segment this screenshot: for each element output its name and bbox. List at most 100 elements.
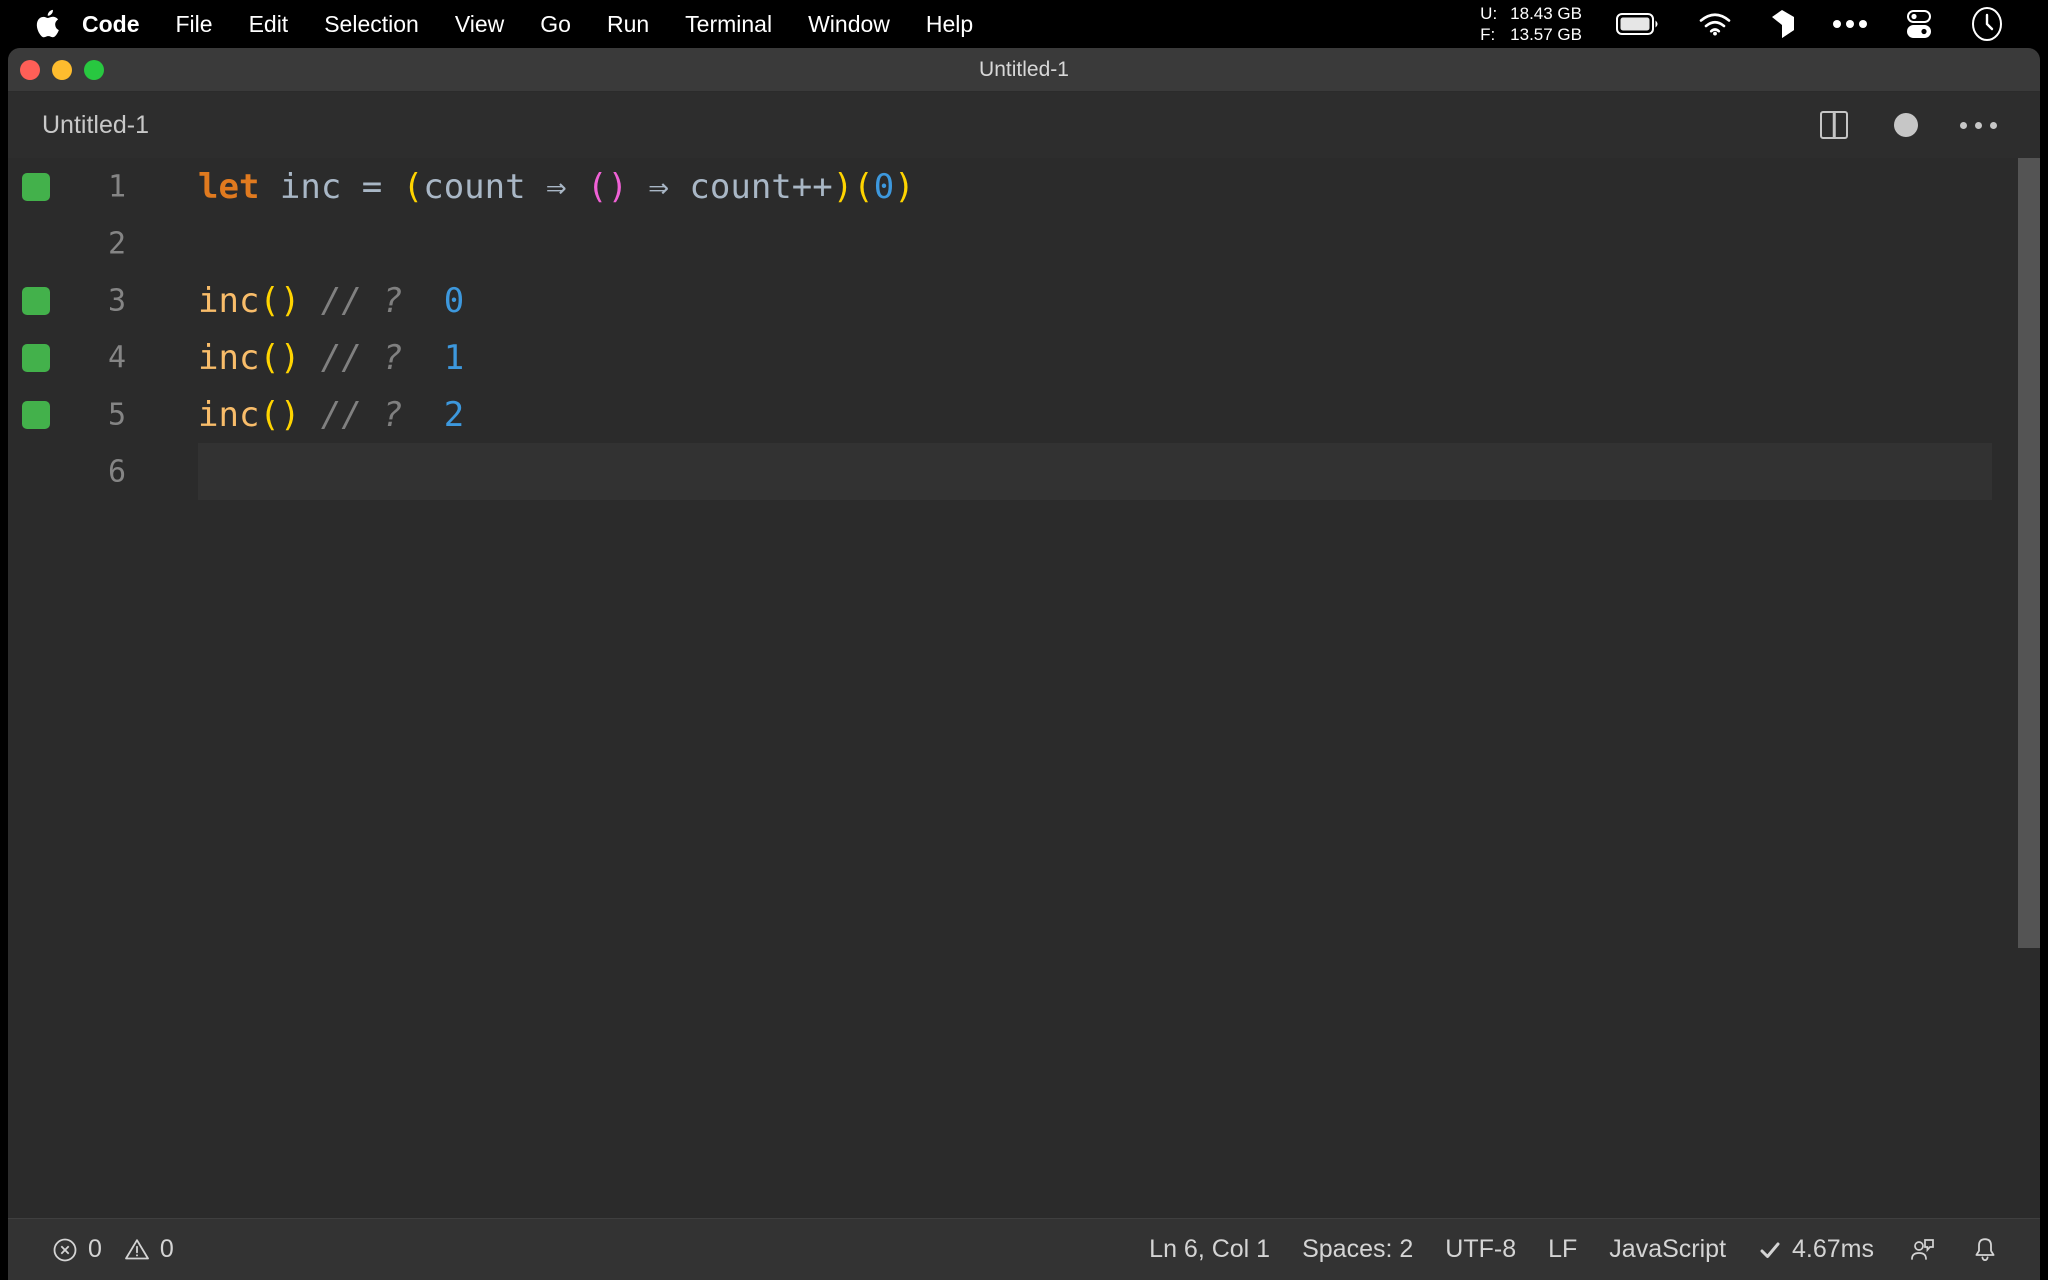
indentation-status[interactable]: Spaces: 2 (1286, 1219, 1429, 1280)
more-actions-icon (1960, 122, 1997, 129)
code-editor[interactable]: 1 let inc = (count ⇒ () ⇒ count++)(0) 2 3 in… (8, 158, 2040, 1218)
token: inc (198, 281, 259, 321)
inline-result-value: 0 (444, 281, 464, 321)
token: count (423, 167, 525, 207)
token: ) (894, 167, 914, 207)
memory-free-label: F: (1480, 24, 1500, 45)
eol-status[interactable]: LF (1532, 1219, 1593, 1280)
menu-item-terminal[interactable]: Terminal (667, 0, 790, 48)
inline-result-value: 1 (444, 338, 464, 378)
unsaved-indicator-button[interactable] (1870, 92, 1942, 158)
menu-bar-items: CodeFileEditSelectionViewGoRunTerminalWi… (0, 0, 991, 48)
coverage-indicator[interactable] (22, 173, 50, 201)
line-content: let inc = (count ⇒ () ⇒ count++)(0) (198, 170, 915, 204)
menu-item-go[interactable]: Go (522, 0, 589, 48)
split-editor-button[interactable] (1798, 92, 1870, 158)
split-editor-icon (1820, 111, 1848, 139)
vscode-window: Untitled-1 Untitled-1 1 let inc = (count … (8, 48, 2040, 1280)
token: ) (280, 281, 300, 321)
token: // ? (321, 338, 403, 378)
notifications-button[interactable] (1954, 1219, 2016, 1280)
token (259, 167, 279, 207)
token: inc (198, 338, 259, 378)
menu-item-selection[interactable]: Selection (306, 0, 437, 48)
token: 0 (874, 167, 894, 207)
tab-label: Untitled-1 (42, 111, 149, 140)
problems-status[interactable]: 0 0 (36, 1219, 190, 1280)
menu-item-run[interactable]: Run (589, 0, 667, 48)
code-line[interactable]: 3inc() // ? 0 (8, 272, 2040, 329)
memory-free-value: 13.57 GB (1510, 24, 1582, 45)
macos-menu-bar: CodeFileEditSelectionViewGoRunTerminalWi… (0, 0, 2048, 48)
apple-logo-icon[interactable] (30, 0, 64, 48)
code-line[interactable]: 6 (8, 443, 2040, 500)
ellipsis-icon[interactable] (1814, 0, 1886, 48)
status-bar-left: 0 0 (8, 1219, 190, 1280)
menu-item-window[interactable]: Window (790, 0, 908, 48)
control-center-icon[interactable] (1886, 0, 1952, 48)
memory-used-label: U: (1480, 3, 1500, 24)
code-lines-container: 1 let inc = (count ⇒ () ⇒ count++)(0) 2 3 in… (8, 158, 2040, 500)
editor-tab-bar: Untitled-1 (8, 92, 2040, 158)
line-number: 5 (78, 397, 126, 432)
menu-item-help[interactable]: Help (908, 0, 991, 48)
code-line[interactable]: 2 (8, 215, 2040, 272)
close-button[interactable] (20, 60, 40, 80)
editor-action-buttons (1798, 92, 2040, 158)
feedback-person-icon (1908, 1236, 1936, 1264)
cursor-position-status[interactable]: Ln 6, Col 1 (1133, 1219, 1286, 1280)
error-count: 0 (88, 1235, 102, 1264)
battery-icon[interactable] (1598, 0, 1680, 48)
token: ) (608, 167, 628, 207)
inline-result-value: 2 (444, 395, 464, 435)
tab-untitled-1[interactable]: Untitled-1 (8, 92, 183, 158)
warning-triangle-icon (124, 1237, 150, 1263)
token: ( (403, 167, 423, 207)
more-actions-button[interactable] (1942, 92, 2014, 158)
memory-readout[interactable]: U: 18.43 GB F: 13.57 GB (1464, 3, 1598, 46)
menu-item-view[interactable]: View (437, 0, 522, 48)
token: ( (259, 281, 279, 321)
token: inc (280, 167, 341, 207)
line-number: 1 (78, 169, 126, 204)
inline-value-spacer (403, 281, 444, 321)
coverage-indicator[interactable] (22, 344, 50, 372)
token: ( (853, 167, 873, 207)
token: let (198, 167, 259, 207)
token: ( (259, 395, 279, 435)
line-number: 3 (78, 283, 126, 318)
menu-item-edit[interactable]: Edit (231, 0, 307, 48)
menu-item-code[interactable]: Code (64, 0, 158, 48)
window-title: Untitled-1 (8, 58, 2040, 82)
menu-bar-status-items: U: 18.43 GB F: 13.57 GB (1464, 0, 2048, 48)
inline-value-spacer (403, 395, 444, 435)
coverage-indicator[interactable] (22, 287, 50, 315)
editor-vertical-scrollbar[interactable] (2018, 158, 2040, 1218)
menu-item-file[interactable]: File (158, 0, 231, 48)
encoding-status[interactable]: UTF-8 (1429, 1219, 1532, 1280)
minimize-button[interactable] (52, 60, 72, 80)
status-bar: 0 0 Ln 6, Col 1 Spaces: 2 UTF-8 LF JavaS… (8, 1218, 2040, 1280)
run-time-value: 4.67ms (1792, 1235, 1874, 1264)
code-line[interactable]: 1 let inc = (count ⇒ () ⇒ count++)(0) (8, 158, 2040, 215)
language-mode-status[interactable]: JavaScript (1593, 1219, 1742, 1280)
feedback-button[interactable] (1890, 1219, 1954, 1280)
dropbox-icon[interactable] (1750, 0, 1814, 48)
code-line[interactable]: 5inc() // ? 2 (8, 386, 2040, 443)
error-circle-icon (52, 1237, 78, 1263)
siri-icon[interactable] (1952, 0, 2022, 48)
scrollbar-thumb[interactable] (2018, 158, 2040, 948)
line-number: 2 (78, 226, 126, 261)
token: ) (280, 338, 300, 378)
token: inc (198, 395, 259, 435)
token: ) (280, 395, 300, 435)
run-time-status[interactable]: 4.67ms (1742, 1219, 1890, 1280)
token: ) (833, 167, 853, 207)
window-titlebar: Untitled-1 (8, 48, 2040, 92)
maximize-button[interactable] (84, 60, 104, 80)
wifi-icon[interactable] (1680, 0, 1750, 48)
token: ⇒ (628, 167, 689, 207)
code-line[interactable]: 4inc() // ? 1 (8, 329, 2040, 386)
coverage-indicator[interactable] (22, 401, 50, 429)
token: ( (587, 167, 607, 207)
